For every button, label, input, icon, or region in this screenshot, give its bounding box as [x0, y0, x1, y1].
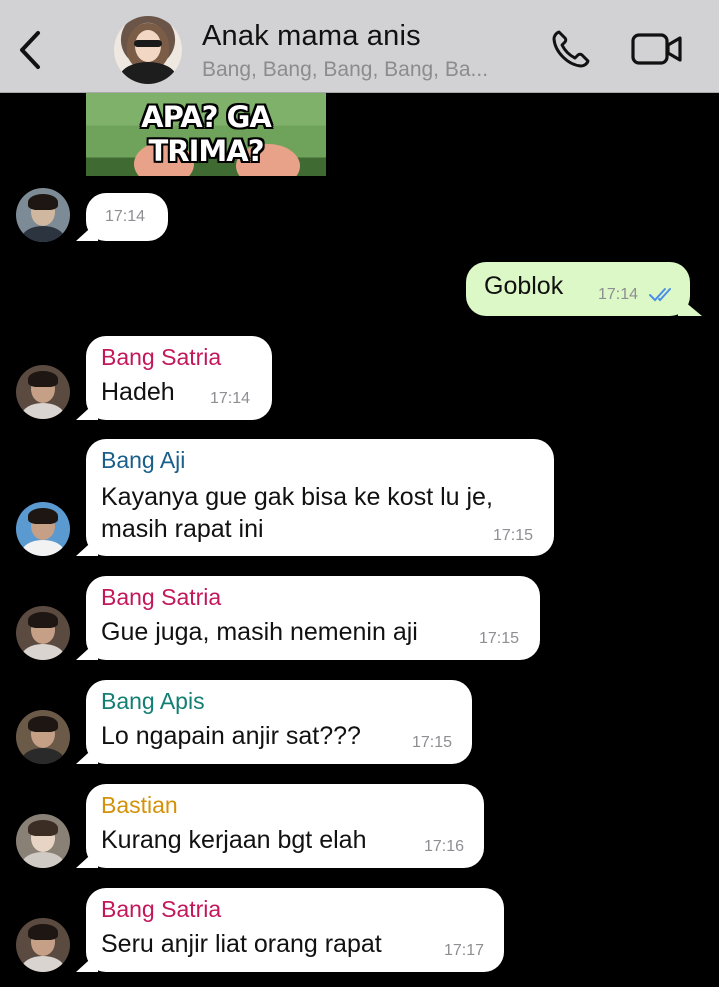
message-time: 17:14 [210, 390, 251, 407]
avatar[interactable] [16, 365, 70, 419]
sticker-caption: APA? GA TRIMA? [141, 100, 272, 168]
group-title[interactable]: Anak mama anis [202, 20, 421, 53]
group-members-subtitle[interactable]: Bang, Bang, Bang, Bang, Ba... [202, 58, 532, 82]
avatar[interactable] [16, 918, 70, 972]
sender-name[interactable]: Bastian [101, 792, 178, 819]
message-text: Kurang kerjaan bgt elah [101, 826, 367, 854]
sender-name[interactable]: Bang Satria [101, 584, 221, 611]
message-bubble[interactable]: Bang Satria Hadeh 17:14 [76, 336, 272, 420]
message-time: 17:15 [412, 734, 453, 751]
chat-header: Anak mama anis Bang, Bang, Bang, Bang, B… [0, 0, 719, 93]
outgoing-message-bubble[interactable]: Goblok 17:14 [466, 262, 702, 316]
message-time: 17:17 [444, 942, 485, 959]
double-check-read-icon [649, 288, 671, 302]
avatar[interactable] [16, 606, 70, 660]
avatar[interactable] [16, 188, 70, 242]
message-time: 17:16 [424, 838, 465, 855]
video-call-icon[interactable] [630, 30, 684, 68]
message-text: Seru anjir liat orang rapat [101, 930, 382, 958]
message-time: 17:14 [105, 208, 146, 225]
message-text: Goblok [484, 272, 564, 300]
message-bubble[interactable]: Bang Apis Lo ngapain anjir sat??? 17:15 [76, 680, 472, 764]
sender-name[interactable]: Bang Satria [101, 344, 221, 371]
group-avatar[interactable] [114, 16, 182, 84]
sender-name[interactable]: Bang Apis [101, 688, 205, 715]
message-time: 17:15 [479, 630, 520, 647]
message-bubble[interactable]: Bang Satria Seru anjir liat orang rapat … [76, 888, 504, 972]
message-bubble[interactable]: Bang Aji Kayanya gue gak bisa ke kost lu… [76, 439, 554, 556]
message-text: Lo ngapain anjir sat??? [101, 722, 361, 750]
message-text: Gue juga, masih nemenin aji [101, 618, 418, 646]
message-bubble[interactable]: Bang Satria Gue juga, masih nemenin aji … [76, 576, 540, 660]
avatar[interactable] [16, 814, 70, 868]
chevron-left-icon[interactable] [16, 30, 46, 70]
sticker-image[interactable]: APA? GA TRIMA? [86, 92, 326, 176]
message-text: Hadeh [101, 378, 175, 406]
message-bubble[interactable]: 17:14 [76, 193, 168, 241]
sender-name[interactable]: Bang Aji [101, 447, 185, 474]
message-bubble[interactable]: Bastian Kurang kerjaan bgt elah 17:16 [76, 784, 484, 868]
message-time: 17:14 [598, 286, 639, 303]
sender-name[interactable]: Bang Satria [101, 896, 221, 923]
avatar[interactable] [16, 710, 70, 764]
message-text: masih rapat ini [101, 515, 264, 543]
phone-icon[interactable] [550, 28, 592, 70]
avatar[interactable] [16, 502, 70, 556]
message-time: 17:15 [493, 527, 534, 544]
